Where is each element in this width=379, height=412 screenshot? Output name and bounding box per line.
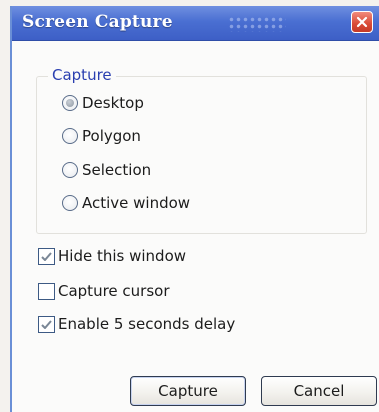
radio-icon xyxy=(62,162,78,178)
title-bar-pattern xyxy=(228,16,286,32)
radio-icon xyxy=(62,195,78,211)
radio-icon xyxy=(62,95,78,111)
window-title: Screen Capture xyxy=(22,12,173,32)
checkbox-box xyxy=(38,282,55,300)
checkmark-icon xyxy=(41,319,52,329)
screen-capture-dialog: Screen Capture Capture Desktop Polygon S… xyxy=(10,6,379,412)
capture-button[interactable]: Capture xyxy=(130,376,246,406)
radio-active-window[interactable]: Active window xyxy=(62,194,190,212)
capture-cursor-label: Capture cursor xyxy=(58,282,170,300)
hide-window-label: Hide this window xyxy=(58,247,187,265)
radio-desktop[interactable]: Desktop xyxy=(62,94,144,112)
checkbox-box xyxy=(38,247,55,265)
hide-window-checkbox[interactable]: Hide this window xyxy=(38,247,186,265)
radio-selection[interactable]: Selection xyxy=(62,161,151,179)
capture-cursor-checkbox[interactable]: Capture cursor xyxy=(38,282,170,300)
radio-selection-label: Selection xyxy=(82,161,152,179)
checkmark-icon xyxy=(41,251,52,261)
delay-label: Enable 5 seconds delay xyxy=(58,315,236,333)
cancel-button[interactable]: Cancel xyxy=(261,376,377,406)
capture-group-label: Capture xyxy=(48,66,116,84)
title-bar[interactable]: Screen Capture xyxy=(12,6,379,41)
radio-active-window-label: Active window xyxy=(82,194,191,212)
radio-icon xyxy=(62,128,78,144)
delay-checkbox[interactable]: Enable 5 seconds delay xyxy=(38,315,235,333)
checkbox-box xyxy=(38,315,55,333)
radio-polygon[interactable]: Polygon xyxy=(62,127,141,145)
close-button[interactable] xyxy=(351,11,373,33)
radio-polygon-label: Polygon xyxy=(82,127,141,145)
radio-desktop-label: Desktop xyxy=(82,94,144,112)
close-icon xyxy=(356,16,368,28)
